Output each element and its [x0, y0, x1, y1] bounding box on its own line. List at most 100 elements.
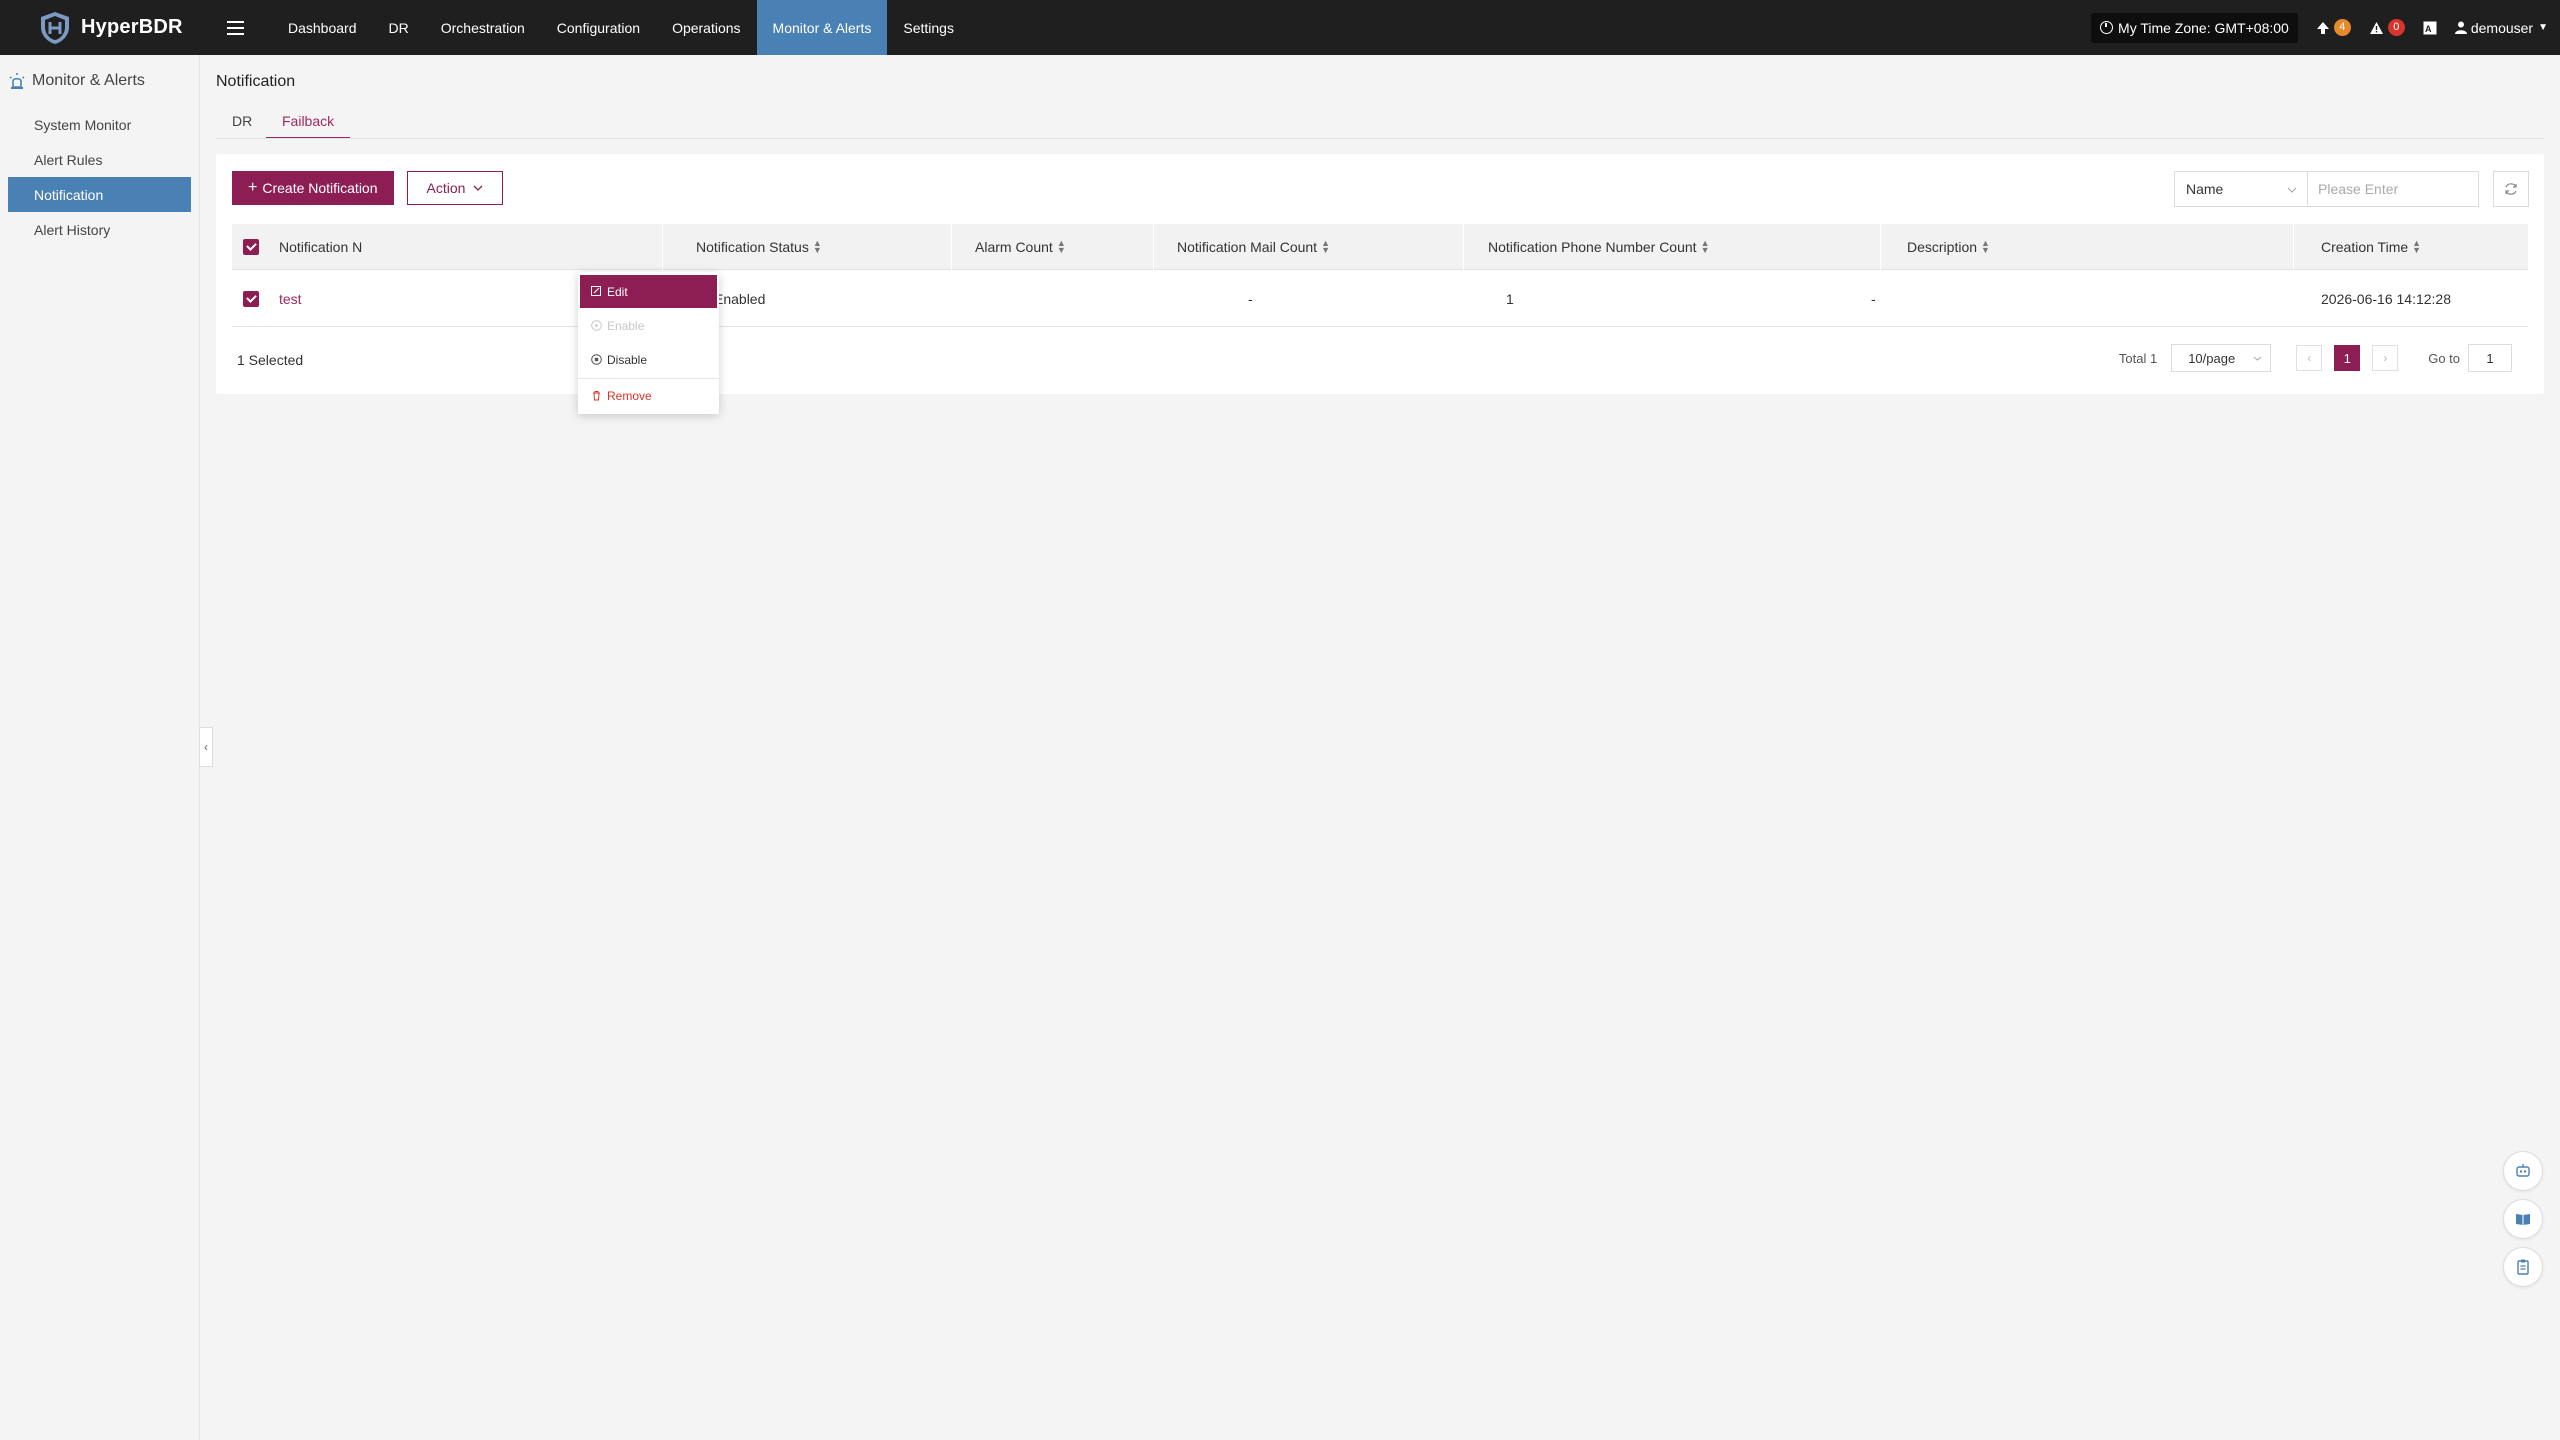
docs-button[interactable] [2503, 1199, 2543, 1239]
alert-notifications[interactable]: 0 [2369, 19, 2405, 36]
nav-operations[interactable]: Operations [656, 0, 756, 55]
sidebar-item-alert-rules[interactable]: Alert Rules [8, 142, 191, 177]
sidebar-item-notification[interactable]: Notification [8, 177, 191, 212]
nav-dashboard[interactable]: Dashboard [272, 0, 373, 55]
search-field-select[interactable]: Name [2174, 171, 2308, 207]
tabs-divider [216, 138, 2544, 139]
nav-settings[interactable]: Settings [887, 0, 970, 55]
clock-icon [2100, 21, 2114, 34]
column-divider [2293, 224, 2294, 270]
menu-item-label: Disable [607, 352, 648, 367]
nav-monitor-alerts[interactable]: Monitor & Alerts [756, 0, 888, 55]
language-switch[interactable]: A [2423, 21, 2437, 35]
action-label: Action [426, 180, 466, 196]
column-divider [662, 224, 663, 270]
menu-item-label: Enable [607, 318, 645, 333]
nav-orchestration[interactable]: Orchestration [425, 0, 541, 55]
chevron-down-icon [2287, 187, 2297, 193]
column-header-mail-count[interactable]: Notification Mail Count ▲ ▼ [1177, 224, 1330, 270]
page-number-current[interactable]: 1 [2334, 345, 2361, 371]
column-divider [1463, 224, 1464, 270]
sidebar-collapse-icon[interactable]: ‹ [199, 727, 213, 767]
sort-icon[interactable]: ▲ ▼ [813, 239, 822, 255]
menu-item-remove[interactable]: Remove [580, 379, 717, 412]
tab-failback[interactable]: Failback [266, 113, 351, 139]
cell-phone-count: - [1871, 290, 1876, 307]
column-divider [1880, 224, 1881, 270]
refresh-button[interactable] [2493, 171, 2529, 207]
column-name-label: Notification N [279, 239, 363, 255]
alert-count-badge: 0 [2387, 19, 2405, 36]
chevron-down-icon [473, 185, 483, 191]
sidebar-item-alert-history[interactable]: Alert History [8, 212, 191, 247]
clipboard-icon [2517, 1259, 2529, 1275]
page-size-value: 10/page [2188, 350, 2236, 366]
goto-label: Go to [2428, 350, 2460, 366]
column-alarm-label: Alarm Count [975, 239, 1053, 255]
timezone-display[interactable]: My Time Zone: GMT+08:00 [2091, 12, 2298, 43]
table-row[interactable]: test Enabled - 1 - 2026-06-16 14:12:28 [232, 270, 2528, 327]
plus-icon: + [248, 179, 258, 196]
column-description-label: Description [1907, 239, 1978, 255]
translate-icon: A [2423, 21, 2437, 34]
sidebar-item-system-monitor[interactable]: System Monitor [8, 107, 191, 142]
app-logo[interactable]: HyperBDR [37, 10, 192, 46]
column-header-name[interactable]: Notification N [279, 224, 362, 270]
sort-icon[interactable]: ▲ ▼ [1057, 239, 1066, 255]
upgrade-notifications[interactable]: 4 [2316, 19, 2351, 36]
sort-icon[interactable]: ▲ ▼ [1321, 239, 1330, 255]
menu-item-label: Remove [607, 388, 652, 403]
select-all-cell [243, 224, 259, 270]
cell-name: test [279, 270, 302, 327]
notification-name-link[interactable]: test [279, 291, 302, 307]
selected-count: 1 Selected [237, 352, 304, 368]
sort-icon[interactable]: ▲ ▼ [1981, 239, 1990, 255]
next-page-button[interactable]: › [2372, 345, 2399, 371]
column-header-creation-time[interactable]: Creation Time ▲ ▼ [2321, 224, 2421, 270]
status-text: Enabled [714, 290, 766, 307]
tab-dr[interactable]: DR [232, 113, 252, 139]
menu-item-edit[interactable]: Edit [580, 275, 717, 308]
arrow-up-icon [2316, 21, 2329, 34]
column-divider [1153, 224, 1154, 270]
column-header-status[interactable]: Notification Status ▲ ▼ [696, 224, 822, 270]
menu-item-disable[interactable]: Disable [580, 343, 717, 376]
username: demouser [2470, 19, 2534, 36]
svg-text:A: A [2425, 24, 2432, 34]
play-circle-icon [591, 320, 602, 331]
warning-icon [2369, 21, 2383, 34]
sidebar-section-title: Monitor & Alerts [32, 72, 145, 89]
cell-creation-time: 2026-06-16 14:12:28 [2321, 290, 2451, 307]
column-header-phone-count[interactable]: Notification Phone Number Count ▲ ▼ [1488, 224, 1709, 270]
create-notification-button[interactable]: + Create Notification [232, 171, 394, 205]
timezone-label: My Time Zone: GMT+08:00 [2118, 19, 2289, 36]
menu-toggle-icon[interactable] [218, 11, 252, 45]
user-menu[interactable]: demouser ▼ [2454, 19, 2548, 36]
chatbot-button[interactable] [2503, 1151, 2543, 1191]
clipboard-button[interactable] [2503, 1247, 2543, 1287]
prev-page-button[interactable]: ‹ [2296, 345, 2323, 371]
sort-icon[interactable]: ▲ ▼ [1701, 239, 1710, 255]
book-icon [2516, 1214, 2530, 1225]
page-size-select[interactable]: 10/page [2171, 344, 2272, 372]
nav-configuration[interactable]: Configuration [541, 0, 656, 55]
table-header: Notification N Notification Status ▲ ▼ Al… [232, 224, 2528, 270]
action-dropdown-menu: Edit Enable Disable Remove [578, 272, 719, 414]
goto-page-input[interactable] [2468, 344, 2512, 372]
top-right-tools: My Time Zone: GMT+08:00 4 0 A demouser ▼ [2091, 0, 2560, 55]
sidebar: Monitor & Alerts System Monitor Alert Ru… [0, 55, 200, 1440]
user-icon [2454, 21, 2467, 34]
sidebar-section-header: Monitor & Alerts [0, 55, 199, 107]
action-dropdown-button[interactable]: Action [407, 171, 503, 205]
select-all-checkbox[interactable] [243, 239, 259, 255]
column-status-label: Notification Status [696, 239, 809, 255]
nav-dr[interactable]: DR [373, 0, 425, 55]
search-input[interactable] [2308, 171, 2479, 207]
column-header-alarm-count[interactable]: Alarm Count ▲ ▼ [975, 224, 1066, 270]
sort-icon[interactable]: ▲ ▼ [2412, 239, 2421, 255]
trash-icon [591, 390, 602, 401]
alarm-light-icon [9, 73, 25, 89]
menu-item-label: Edit [607, 284, 628, 299]
column-header-description[interactable]: Description ▲ ▼ [1907, 224, 1990, 270]
row-checkbox[interactable] [243, 290, 259, 307]
